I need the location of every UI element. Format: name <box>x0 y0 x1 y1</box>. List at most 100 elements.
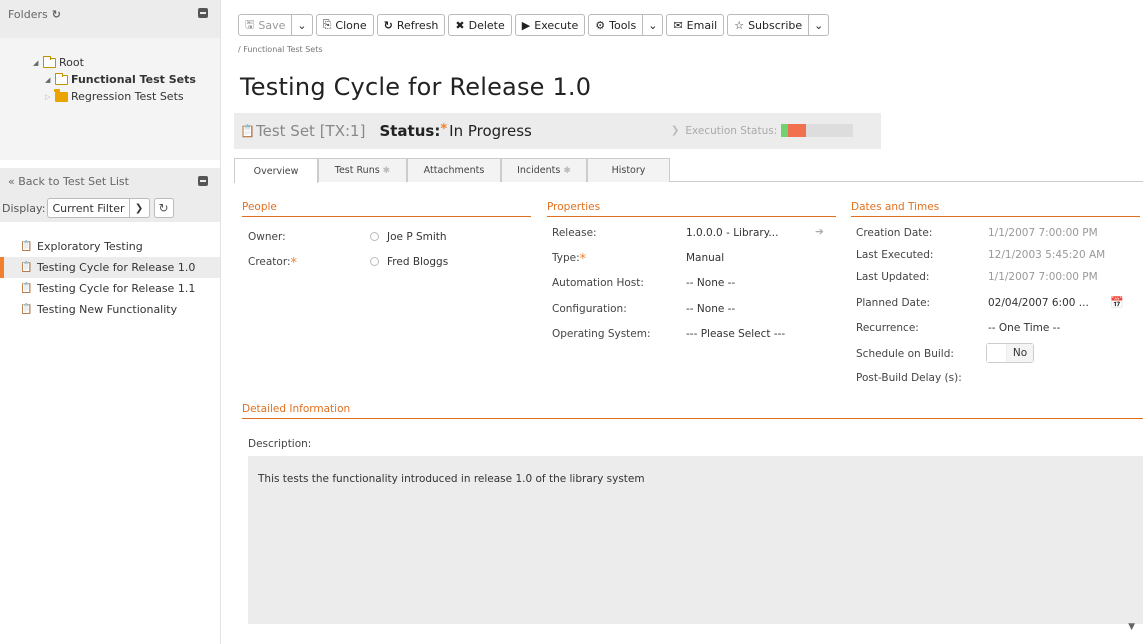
test-set-id: 📋 Test Set [TX:1] <box>240 122 366 140</box>
properties-section: Properties <box>547 201 836 217</box>
test-set-icon: 📋 <box>20 282 33 294</box>
list-item[interactable]: 📋 Testing Cycle for Release 1.0 <box>0 257 220 278</box>
chevron-down-icon[interactable]: ❯ <box>671 125 679 136</box>
asterisk-icon: ✱ <box>563 165 571 176</box>
operating-system-field[interactable]: --- Please Select --- <box>686 328 785 340</box>
filter-select[interactable]: Current Filter ❯ <box>47 198 150 218</box>
chevron-down-icon[interactable]: ⌄ <box>642 15 662 35</box>
tab-attachments[interactable]: Attachments <box>407 158 501 182</box>
tab-bar: Overview Test Runs ✱ Attachments Incident… <box>234 158 1143 183</box>
owner-field[interactable]: Joe P Smith <box>370 231 447 243</box>
schedule-on-build-label: Schedule on Build: <box>856 348 954 360</box>
expand-triangle-icon[interactable]: ◢ <box>45 76 53 84</box>
expand-triangle-icon[interactable]: ◢ <box>33 59 41 67</box>
required-star-icon: * <box>290 256 298 271</box>
schedule-on-build-toggle[interactable]: No <box>986 343 1034 363</box>
open-folder-icon <box>55 72 68 85</box>
calendar-icon[interactable]: 📅 <box>1110 296 1124 309</box>
post-build-delay-label: Post-Build Delay (s): <box>856 372 962 384</box>
envelope-icon: ✉ <box>673 18 683 32</box>
test-set-icon: 📋 <box>20 303 33 315</box>
tab-test-runs[interactable]: Test Runs ✱ <box>318 158 407 182</box>
required-star-icon: * <box>440 122 448 137</box>
status-bar: 📋 Test Set [TX:1] Status:* In Progress ❯… <box>234 113 881 149</box>
save-icon: 🖫 <box>245 17 255 31</box>
folders-panel-header: Folders ↻ <box>0 0 220 38</box>
description-editor[interactable]: This tests the functionality introduced … <box>248 456 1143 624</box>
chevron-down-icon[interactable]: ❯ <box>128 199 149 217</box>
clone-button[interactable]: ⎘ Clone <box>315 14 374 36</box>
asterisk-icon: ✱ <box>382 165 391 176</box>
planned-date-field[interactable]: 02/04/2007 6:00 ... <box>988 297 1089 309</box>
tree-item-regression[interactable]: ▷ Regression Test Sets <box>0 88 220 105</box>
breadcrumb[interactable]: / Functional Test Sets <box>238 45 323 54</box>
operating-system-label: Operating System: <box>552 328 651 340</box>
list-item[interactable]: 📋 Testing New Functionality <box>0 299 220 320</box>
tab-incidents[interactable]: Incidents ✱ <box>501 158 587 182</box>
creator-field[interactable]: Fred Bloggs <box>370 256 448 268</box>
display-filter-row: Display: Current Filter ❯ ↻ <box>0 194 220 222</box>
execution-status[interactable]: ❯ Execution Status: <box>671 124 854 137</box>
automation-host-label: Automation Host: <box>552 277 644 289</box>
automation-host-field[interactable]: -- None -- <box>686 277 735 289</box>
type-field[interactable]: Manual <box>686 252 724 264</box>
description-label: Description: <box>248 438 312 450</box>
configuration-field[interactable]: -- None -- <box>686 303 735 315</box>
display-label: Display: <box>2 201 46 215</box>
collapsed-triangle-icon[interactable]: ▷ <box>45 93 53 101</box>
list-panel-header: « Back to Test Set List <box>0 168 220 194</box>
arrow-right-icon[interactable]: ➔ <box>815 226 824 238</box>
people-section: People <box>242 201 531 217</box>
clone-icon: ⎘ <box>322 18 332 31</box>
section-header: Properties <box>547 201 836 217</box>
test-set-list: 📋 Exploratory Testing 📋 Testing Cycle fo… <box>0 236 220 320</box>
planned-date-label: Planned Date: <box>856 297 931 309</box>
delete-icon: ✖ <box>455 18 465 32</box>
tab-history[interactable]: History <box>587 158 670 182</box>
execution-pass-segment <box>781 124 789 137</box>
tree-item-functional[interactable]: ◢ Functional Test Sets <box>0 71 220 88</box>
collapse-icon[interactable] <box>198 176 208 186</box>
test-set-icon: 📋 <box>240 124 255 138</box>
radio-icon[interactable] <box>370 232 379 241</box>
refresh-icon[interactable]: ↻ <box>52 8 61 21</box>
recurrence-label: Recurrence: <box>856 322 919 334</box>
refresh-icon[interactable]: ↻ <box>153 198 174 218</box>
radio-icon[interactable] <box>370 257 379 266</box>
closed-folder-icon <box>54 88 68 102</box>
refresh-button[interactable]: ↻ Refresh <box>376 14 446 36</box>
tools-button[interactable]: ⚙ Tools ⌄ <box>588 14 664 36</box>
play-icon: ▶ <box>521 18 531 32</box>
folders-label: Folders <box>8 8 48 21</box>
back-to-list-link[interactable]: « Back to Test Set List <box>8 175 198 188</box>
status-value[interactable]: In Progress <box>449 122 532 140</box>
scroll-down-icon[interactable]: ▼ <box>1128 622 1135 632</box>
list-item[interactable]: 📋 Exploratory Testing <box>0 236 220 257</box>
list-item[interactable]: 📋 Testing Cycle for Release 1.1 <box>0 278 220 299</box>
release-label: Release: <box>552 227 597 239</box>
creation-date-value: 1/1/2007 7:00:00 PM <box>988 227 1098 239</box>
email-button[interactable]: ✉ Email <box>666 14 725 36</box>
tree-item-root[interactable]: ◢ Root <box>0 54 220 71</box>
configuration-label: Configuration: <box>552 303 627 315</box>
chevron-down-icon[interactable]: ⌄ <box>808 15 828 35</box>
execute-button[interactable]: ▶ Execute <box>514 14 586 36</box>
description-text: This tests the functionality introduced … <box>258 473 645 485</box>
collapse-icon[interactable] <box>198 8 208 18</box>
refresh-icon: ↻ <box>383 18 393 32</box>
toolbar: 🖫 Save ⌄ ⎘ Clone ↻ Refresh ✖ Delete ▶ Execute… <box>238 14 830 36</box>
section-header: Dates and Times <box>851 201 1140 217</box>
dates-section: Dates and Times <box>851 201 1140 217</box>
last-updated-value: 1/1/2007 7:00:00 PM <box>988 271 1098 283</box>
sidebar: Folders ↻ ◢ Root ◢ Functional Test Sets … <box>0 0 221 644</box>
recurrence-field[interactable]: -- One Time -- <box>988 322 1060 334</box>
chevron-down-icon[interactable]: ⌄ <box>291 15 311 35</box>
release-field[interactable]: 1.0.0.0 - Library... <box>686 227 778 239</box>
save-button[interactable]: 🖫 Save ⌄ <box>238 14 313 36</box>
tab-overview[interactable]: Overview <box>234 158 318 183</box>
subscribe-button[interactable]: ☆ Subscribe ⌄ <box>727 14 830 36</box>
delete-button[interactable]: ✖ Delete <box>448 14 512 36</box>
gear-icon: ⚙ <box>595 18 606 32</box>
last-executed-label: Last Executed: <box>856 249 934 261</box>
section-header: Detailed Information <box>242 403 1143 419</box>
